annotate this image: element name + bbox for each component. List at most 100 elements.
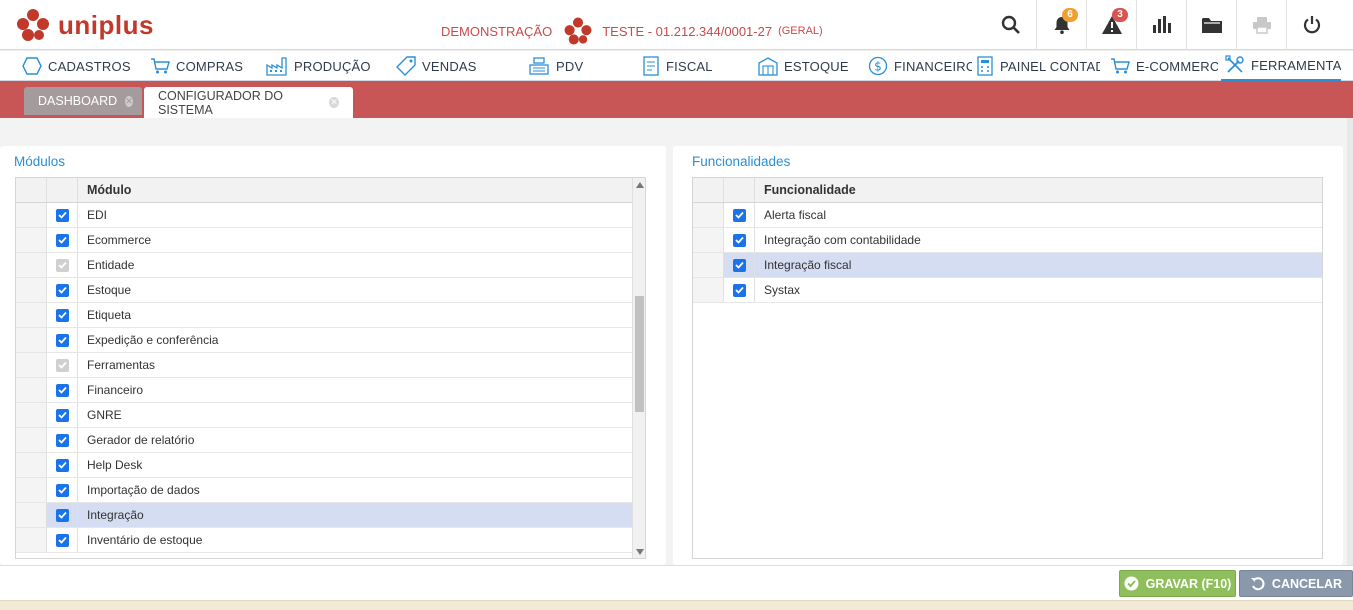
tools-icon	[1225, 55, 1244, 73]
features-rows: Alerta fiscal Integração com contabilidad…	[693, 203, 1322, 303]
close-icon[interactable]: ✕	[125, 95, 133, 107]
row-checkbox[interactable]	[55, 483, 69, 497]
row-header-cell	[16, 428, 47, 452]
table-row[interactable]: Integração com contabilidade	[693, 228, 1322, 253]
menu-item-estoque[interactable]: ESTOQUE	[758, 51, 858, 81]
tab-configurador[interactable]: CONFIGURADOR DO SISTEMA ✕	[144, 87, 353, 118]
menu-item-ferramentas[interactable]: FERRAMENTAS	[1221, 51, 1341, 81]
row-checkbox[interactable]	[55, 408, 69, 422]
menu-item-painel-contador[interactable]: PAINEL CONTADOR	[976, 51, 1100, 81]
row-checkbox[interactable]	[55, 383, 69, 397]
close-icon[interactable]: ✕	[329, 97, 339, 108]
menu-item-cadastros[interactable]: CADASTROS	[22, 51, 132, 81]
menu-item-financeiro[interactable]: $ FINANCEIRO	[868, 51, 972, 81]
column-header-funcionalidade[interactable]: Funcionalidade	[755, 178, 1322, 202]
cart-icon	[151, 58, 170, 74]
page-scrollbar[interactable]	[1347, 118, 1353, 565]
row-label: Entidade	[87, 258, 135, 272]
tab-dashboard[interactable]: DASHBOARD ✕	[24, 87, 142, 115]
table-row[interactable]: Estoque	[16, 278, 632, 303]
alerts-button[interactable]: 3	[1086, 0, 1136, 50]
search-icon	[1001, 15, 1020, 34]
checkbox-cell	[47, 503, 78, 527]
row-checkbox[interactable]	[55, 283, 69, 297]
checkbox-cell	[47, 378, 78, 402]
column-header-modulo[interactable]: Módulo	[78, 178, 632, 202]
row-checkbox[interactable]	[55, 458, 69, 472]
modules-grid: Módulo EDI Ecommerce Entidade Estoque Etique…	[15, 177, 646, 559]
row-header-cell	[693, 253, 724, 277]
modules-scrollbar[interactable]	[632, 178, 645, 558]
row-checkbox[interactable]	[732, 208, 746, 222]
table-row[interactable]: Alerta fiscal	[693, 203, 1322, 228]
table-row[interactable]: Ecommerce	[16, 228, 632, 253]
modules-rows: EDI Ecommerce Entidade Estoque Etiqueta Exped…	[16, 203, 632, 553]
logout-button[interactable]	[1286, 0, 1336, 50]
alerts-badge: 3	[1112, 8, 1128, 22]
table-row[interactable]: Importação de dados	[16, 478, 632, 503]
menu-item-pdv[interactable]: PDV	[528, 51, 608, 81]
checkbox-cell	[724, 278, 755, 302]
scroll-down-icon[interactable]	[633, 545, 645, 558]
menu-item-label: COMPRAS	[176, 58, 244, 74]
dollar-icon: $	[868, 56, 888, 76]
table-row[interactable]: Gerador de relatório	[16, 428, 632, 453]
table-row[interactable]: Etiqueta	[16, 303, 632, 328]
table-row[interactable]: Inventário de estoque	[16, 528, 632, 553]
table-row[interactable]: Expedição e conferência	[16, 328, 632, 353]
row-checkbox[interactable]	[732, 233, 746, 247]
menu-item-fiscal[interactable]: FISCAL	[642, 51, 732, 81]
features-grid-header: Funcionalidade	[693, 178, 1322, 203]
table-row[interactable]: Systax	[693, 278, 1322, 303]
menu-item-ecommerce[interactable]: E-COMMERCE	[1110, 51, 1218, 81]
row-label: Ecommerce	[87, 233, 152, 247]
menu-item-label: VENDAS	[422, 58, 477, 74]
notifications-button[interactable]: 6	[1036, 0, 1086, 50]
table-row[interactable]: GNRE	[16, 403, 632, 428]
cart-icon	[1111, 58, 1130, 74]
row-checkbox[interactable]	[55, 333, 69, 347]
menu-item-label: PDV	[556, 58, 584, 74]
check-circle-icon	[1124, 576, 1139, 591]
menu-item-label: FINANCEIRO	[894, 58, 972, 74]
row-checkbox[interactable]	[55, 233, 69, 247]
logo[interactable]: uniplus	[14, 5, 154, 45]
table-row[interactable]: Entidade	[16, 253, 632, 278]
cancel-button[interactable]: CANCELAR	[1239, 570, 1353, 597]
menu-item-compras[interactable]: COMPRAS	[150, 51, 250, 81]
row-checkbox[interactable]	[55, 433, 69, 447]
print-button[interactable]	[1236, 0, 1286, 50]
menu-item-vendas[interactable]: VENDAS	[396, 51, 496, 81]
status-strip	[0, 600, 1353, 610]
menu-item-label: FERRAMENTAS	[1251, 57, 1341, 73]
row-checkbox[interactable]	[55, 508, 69, 522]
table-row[interactable]: Ferramentas	[16, 353, 632, 378]
table-row[interactable]: Help Desk	[16, 453, 632, 478]
table-row[interactable]: Integração fiscal	[693, 253, 1322, 278]
main-menu: CADASTROS COMPRAS PRODUÇÃO VENDAS PDV FI…	[0, 51, 1353, 81]
scroll-thumb[interactable]	[635, 296, 644, 412]
search-button[interactable]	[986, 0, 1036, 50]
printer-icon	[1252, 17, 1271, 34]
table-row[interactable]: Financeiro	[16, 378, 632, 403]
features-title: Funcionalidades	[692, 154, 791, 169]
checkbox-cell	[724, 228, 755, 252]
menu-item-producao[interactable]: PRODUÇÃO	[266, 51, 376, 81]
table-row[interactable]: Integração	[16, 503, 632, 528]
menu-item-label: ESTOQUE	[784, 58, 849, 74]
cash-register-icon	[529, 57, 549, 75]
scroll-up-icon[interactable]	[633, 178, 645, 191]
files-button[interactable]	[1186, 0, 1236, 50]
row-checkbox[interactable]	[55, 308, 69, 322]
table-row[interactable]: EDI	[16, 203, 632, 228]
row-checkbox	[55, 358, 69, 372]
row-header-cell	[16, 328, 47, 352]
row-label: Systax	[764, 283, 801, 297]
row-checkbox[interactable]	[55, 208, 69, 222]
row-checkbox[interactable]	[732, 258, 746, 272]
row-checkbox[interactable]	[732, 283, 746, 297]
row-checkbox[interactable]	[55, 533, 69, 547]
reports-button[interactable]	[1136, 0, 1186, 50]
save-button[interactable]: GRAVAR (F10)	[1119, 570, 1236, 597]
folder-icon	[1201, 18, 1222, 33]
